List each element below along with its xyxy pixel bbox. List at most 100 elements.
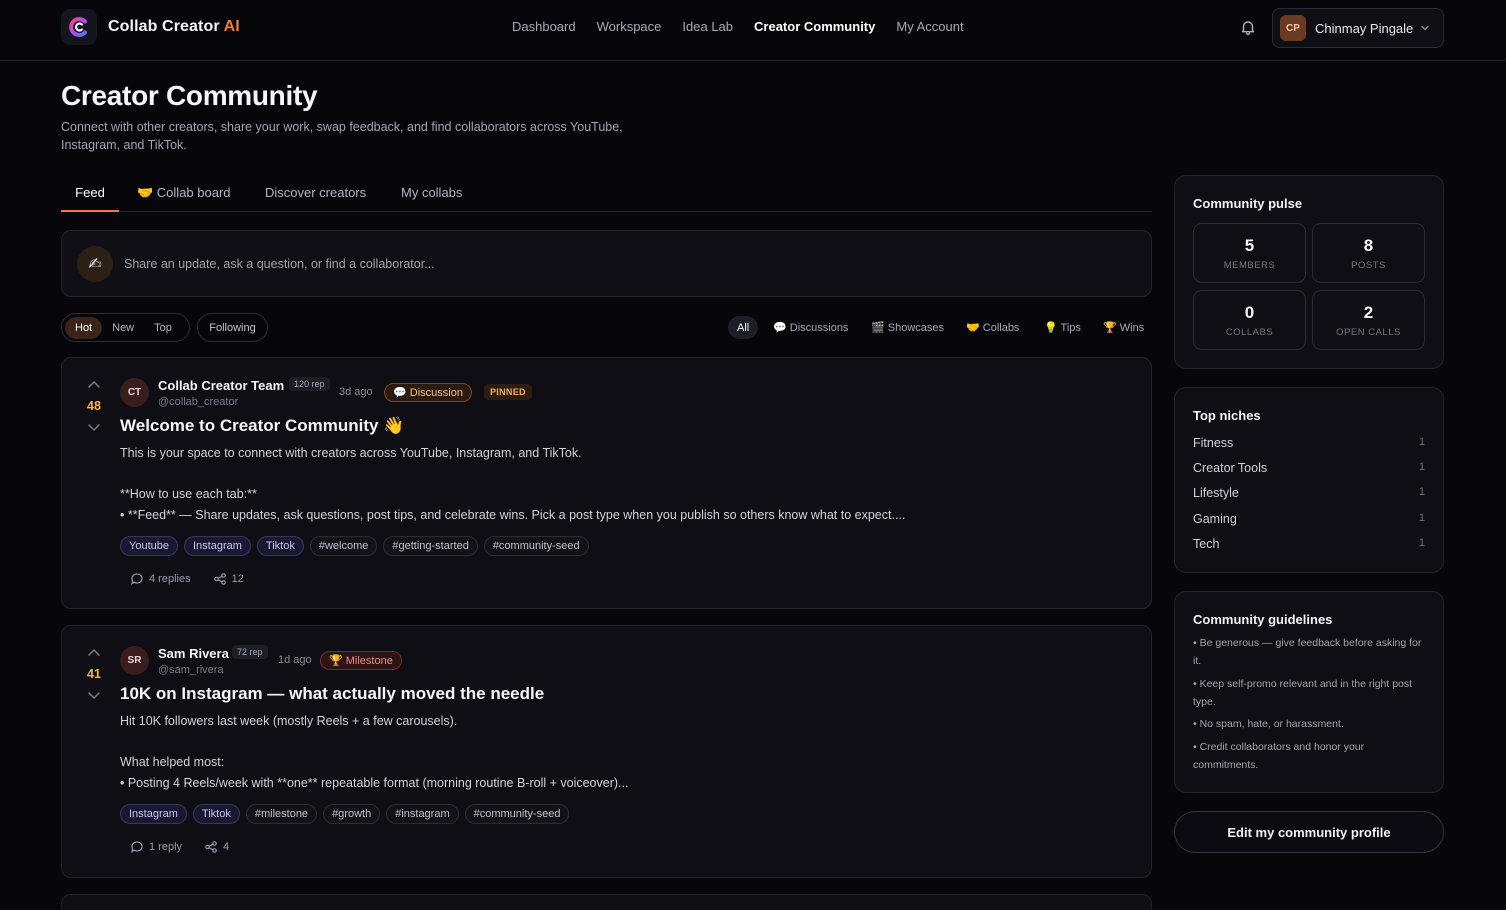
sort-new[interactable]: New xyxy=(102,317,144,339)
composer-placeholder[interactable]: Share an update, ask a question, or find… xyxy=(124,257,435,271)
replies-button[interactable]: 1 reply xyxy=(130,840,182,854)
niche-item[interactable]: Gaming 1 xyxy=(1193,512,1425,526)
vote-control: 41 xyxy=(84,646,104,702)
post-meta: 4 replies 12 xyxy=(130,572,266,586)
tag-platform[interactable]: Tiktok xyxy=(256,536,304,556)
post-type-badge: 🏆 Milestone xyxy=(320,651,402,670)
edit-community-profile-button[interactable]: Edit my community profile xyxy=(1174,811,1444,853)
tab-collab-board[interactable]: 🤝 Collab board xyxy=(137,176,231,212)
account-menu[interactable]: CP Chinmay Pingale xyxy=(1272,8,1444,48)
page-subtitle: Connect with other creators, share your … xyxy=(61,120,623,152)
replies-button[interactable]: 4 replies xyxy=(130,572,191,586)
author-avatar[interactable]: CT xyxy=(120,378,149,407)
post-body: This is your space to connect with creat… xyxy=(120,446,906,522)
share-icon xyxy=(213,572,227,586)
post-title[interactable]: Welcome to Creator Community 👋 xyxy=(120,416,404,436)
card-title: Top niches xyxy=(1193,408,1261,423)
stat-label: MEMBERS xyxy=(1223,260,1276,271)
author-name[interactable]: Sam Rivera xyxy=(158,646,229,661)
filter-all[interactable]: All xyxy=(728,316,759,339)
community-pulse-card: Community pulse 5 MEMBERS 8 POSTS 0 COLL… xyxy=(1174,175,1444,369)
brand-name: Collab Creator AI xyxy=(108,18,240,35)
filter-tips[interactable]: 💡 Tips xyxy=(1044,316,1081,339)
downvote-icon[interactable] xyxy=(84,420,104,434)
tag-hashtag[interactable]: #community-seed xyxy=(483,536,589,556)
nav-idea-lab[interactable]: Idea Lab xyxy=(682,19,733,34)
stat-posts: 8 POSTS xyxy=(1312,223,1425,283)
composer-avatar: ✍ xyxy=(77,246,113,282)
account-name: Chinmay Pingale xyxy=(1315,20,1414,36)
vote-score: 48 xyxy=(87,399,101,413)
nav-creator-community[interactable]: Creator Community xyxy=(754,19,875,34)
avatar: CP xyxy=(1280,15,1306,41)
post-timestamp: 3d ago xyxy=(339,386,373,398)
tab-discover-creators[interactable]: Discover creators xyxy=(265,176,366,212)
comment-icon xyxy=(130,572,144,586)
main-nav: Dashboard Workspace Idea Lab Creator Com… xyxy=(512,19,985,34)
tag-platform[interactable]: Youtube xyxy=(120,536,178,556)
niche-item[interactable]: Fitness 1 xyxy=(1193,436,1425,450)
tag-platform[interactable]: Instagram xyxy=(120,804,187,824)
bell-icon[interactable] xyxy=(1239,18,1257,36)
stat-label: POSTS xyxy=(1351,260,1386,271)
guideline-item: • Credit collaborators and honor your co… xyxy=(1193,741,1365,771)
post-body: Hit 10K followers last week (mostly Reel… xyxy=(120,714,629,790)
replies-count: 1 reply xyxy=(149,841,183,853)
tab-feed[interactable]: Feed xyxy=(61,176,119,212)
pinned-badge: PINNED xyxy=(484,384,532,400)
post-meta: 1 reply 4 xyxy=(130,840,251,854)
vote-control: 48 xyxy=(84,378,104,434)
post-type-badge: 💬 Discussion xyxy=(384,383,472,402)
comment-icon xyxy=(130,840,144,854)
sort-hot[interactable]: Hot xyxy=(65,316,103,339)
tab-my-collabs[interactable]: My collabs xyxy=(401,176,462,212)
upvote-icon[interactable] xyxy=(84,646,104,660)
tag-hashtag[interactable]: #community-seed xyxy=(464,804,570,824)
nav-my-account[interactable]: My Account xyxy=(896,19,963,34)
post-title[interactable]: 10K on Instagram — what actually moved t… xyxy=(120,684,544,704)
author-name[interactable]: Collab Creator Team xyxy=(158,378,284,393)
post-composer[interactable]: ✍ Share an update, ask a question, or fi… xyxy=(61,230,1152,297)
upvote-icon[interactable] xyxy=(84,378,104,392)
niche-item[interactable]: Tech 1 xyxy=(1193,537,1425,551)
tag-platform[interactable]: Instagram xyxy=(183,536,251,556)
sort-top[interactable]: Top xyxy=(144,317,182,339)
share-count: 4 xyxy=(223,841,230,853)
stat-label: OPEN CALLS xyxy=(1336,327,1401,338)
share-count: 12 xyxy=(231,573,244,585)
chevron-down-icon xyxy=(1419,22,1431,34)
author-avatar[interactable]: SR xyxy=(120,646,149,675)
filter-showcases[interactable]: 🎬 Showcases xyxy=(871,316,944,339)
author-handle: @collab_creator xyxy=(158,396,239,408)
tag-hashtag[interactable]: #growth xyxy=(323,804,381,824)
following-filter[interactable]: Following xyxy=(197,313,268,342)
tag-hashtag[interactable]: #instagram xyxy=(386,804,459,824)
niche-item[interactable]: Creator Tools 1 xyxy=(1193,461,1425,475)
replies-count: 4 replies xyxy=(149,573,191,585)
tag-hashtag[interactable]: #milestone xyxy=(245,804,318,824)
share-button[interactable]: 4 xyxy=(204,840,229,854)
logo[interactable]: Collab Creator AI xyxy=(61,9,240,45)
tag-hashtag[interactable]: #welcome xyxy=(309,536,378,556)
stat-value: 2 xyxy=(1363,303,1374,322)
card-title: Community guidelines xyxy=(1193,612,1333,627)
vote-score: 41 xyxy=(87,667,101,681)
tag-platform[interactable]: Tiktok xyxy=(192,804,240,824)
niche-item[interactable]: Lifestyle 1 xyxy=(1193,486,1425,500)
guideline-item: • Be generous — give feedback before ask… xyxy=(1193,637,1422,667)
tag-hashtag[interactable]: #getting-started xyxy=(383,536,478,556)
share-button[interactable]: 12 xyxy=(213,572,244,586)
stat-value: 8 xyxy=(1363,236,1374,255)
guideline-item: • No spam, hate, or harassment. xyxy=(1193,718,1344,730)
nav-dashboard[interactable]: Dashboard xyxy=(512,19,576,34)
guideline-item: • Keep self-promo relevant and in the ri… xyxy=(1193,678,1413,708)
top-nav: Collab Creator AI Dashboard Workspace Id… xyxy=(0,0,1506,61)
downvote-icon[interactable] xyxy=(84,688,104,702)
filter-collabs[interactable]: 🤝 Collabs xyxy=(966,316,1019,339)
post-tags: Instagram Tiktok #milestone #growth #ins… xyxy=(120,804,570,824)
filter-discussions[interactable]: 💬 Discussions xyxy=(773,316,848,339)
nav-workspace[interactable]: Workspace xyxy=(597,19,662,34)
filter-wins[interactable]: 🏆 Wins xyxy=(1103,316,1144,339)
stat-label: COLLABS xyxy=(1225,327,1274,338)
post-timestamp: 1d ago xyxy=(278,654,312,666)
